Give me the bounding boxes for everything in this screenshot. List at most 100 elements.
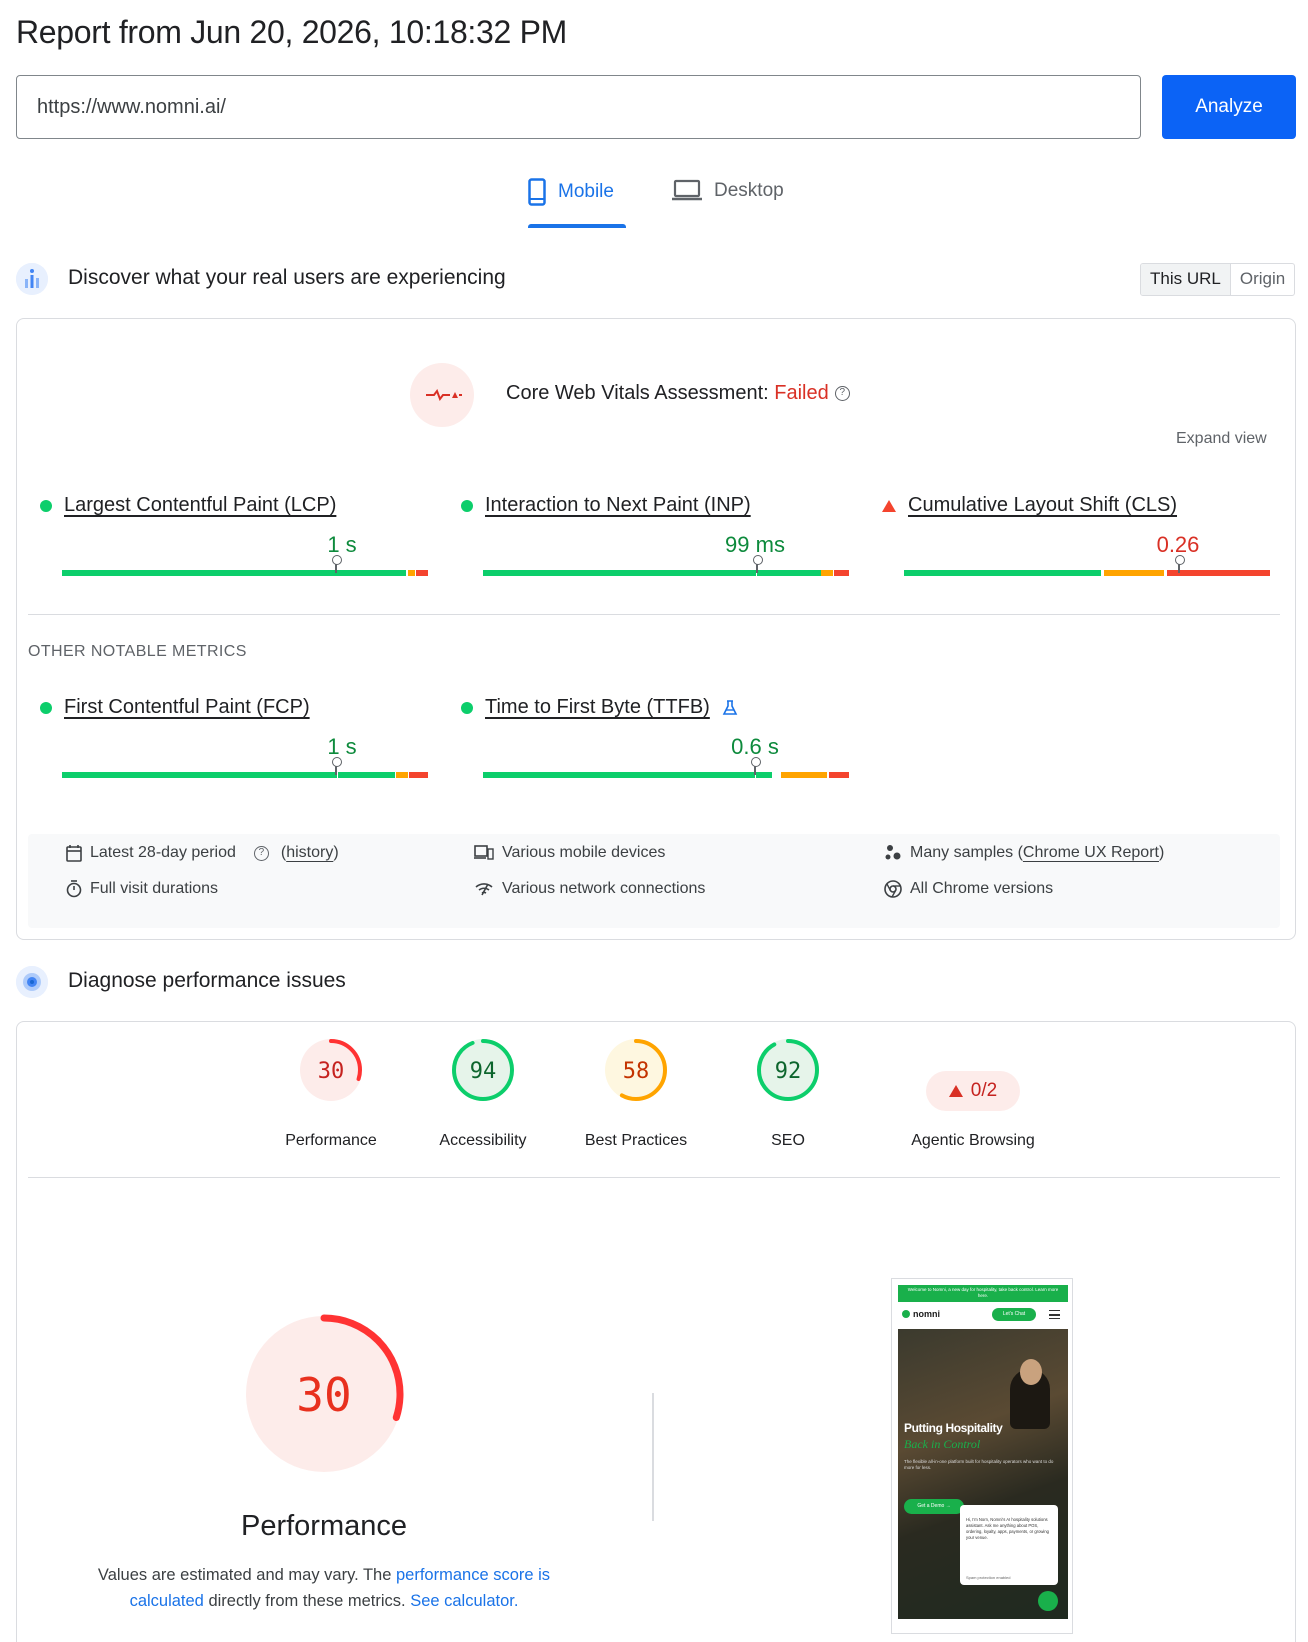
metric-ttfb-bar — [483, 757, 849, 778]
gauge-label-best-practices: Best Practices — [584, 1132, 688, 1149]
menu-icon — [1049, 1310, 1060, 1319]
tab-mobile-label: Mobile — [558, 181, 614, 202]
laptop-icon — [672, 179, 702, 201]
samples-dots-icon — [885, 845, 901, 860]
ttfb-marker — [751, 757, 761, 775]
gauge-label-performance: Performance — [285, 1132, 377, 1149]
gauge-label-accessibility: Accessibility — [439, 1132, 527, 1149]
info-network-text: Various network connections — [502, 880, 706, 897]
gauge-score: 58 — [623, 1059, 650, 1084]
metric-cls-name[interactable]: Cumulative Layout Shift (CLS) — [908, 494, 1177, 517]
toggle-origin[interactable]: Origin — [1231, 264, 1294, 295]
metric-ttfb: Time to First Byte (TTFB) — [461, 696, 738, 719]
metric-fcp-name[interactable]: First Contentful Paint (FCP) — [64, 696, 310, 719]
screenshot-brand-name: nomni — [913, 1309, 940, 1319]
gauge-performance[interactable]: 30 — [298, 1037, 364, 1108]
screenshot-chat-popup: Hi, I'm Norn, Nomni's AI hospitality sol… — [960, 1505, 1058, 1585]
gauge-score: 92 — [775, 1059, 802, 1084]
metric-inp-name[interactable]: Interaction to Next Paint (INP) — [485, 494, 751, 517]
good-dot-icon — [40, 499, 52, 512]
fcp-marker — [332, 757, 342, 775]
screenshot-hero: Putting Hospitality Back in Control The … — [898, 1329, 1068, 1619]
gauge-best-practices[interactable]: 58 — [603, 1037, 669, 1108]
nomni-logo-icon — [902, 1310, 910, 1318]
gauge-label-seo: SEO — [771, 1132, 805, 1149]
performance-big-gauge: 30 — [244, 1314, 404, 1474]
agentic-warning-icon — [948, 1085, 963, 1097]
cwv-assessment-label: Core Web Vitals Assessment: — [506, 382, 775, 404]
expand-view-link[interactable]: Expand view — [1176, 430, 1267, 448]
period-help-icon[interactable]: ? — [253, 845, 269, 861]
desc-part1: Values are estimated and may vary. The — [97, 1566, 396, 1584]
field-section-title: Discover what your real users are experi… — [68, 266, 506, 289]
devices-icon — [474, 845, 494, 860]
phone-icon — [528, 178, 546, 206]
screenshot-hero-title: Putting Hospitality — [904, 1421, 1003, 1435]
analyze-button[interactable]: Analyze — [1162, 75, 1296, 139]
report-title: Report from Jun 20, 2026, 10:18:32 PM — [16, 14, 568, 50]
cwv-failed-icon — [410, 363, 474, 427]
lab-section-title: Diagnose performance issues — [68, 969, 346, 992]
performance-big-score: 30 — [296, 1368, 351, 1422]
history-paren-close: ) — [333, 844, 339, 861]
agentic-label: Agentic Browsing — [911, 1132, 1035, 1149]
metric-lcp: Largest Contentful Paint (LCP) — [40, 494, 336, 517]
cwv-status: Failed — [774, 382, 829, 404]
screenshot-chat-text: Hi, I'm Norn, Nomni's AI hospitality sol… — [966, 1517, 1050, 1540]
tab-desktop[interactable]: Desktop — [672, 178, 784, 228]
info-devices: Various mobile devices — [474, 844, 665, 862]
lab-data-card — [16, 1021, 1296, 1642]
performance-big-label: Performance — [240, 1510, 407, 1542]
tab-mobile[interactable]: Mobile — [528, 178, 626, 228]
screenshot-chat-button: Let's Chat — [992, 1308, 1036, 1321]
other-metrics-label: OTHER NOTABLE METRICS — [28, 643, 247, 660]
info-chrome: All Chrome versions — [884, 880, 1053, 898]
lab-divider — [28, 1177, 1280, 1178]
agentic-browsing-score[interactable]: 0/2 — [926, 1071, 1020, 1111]
url-input[interactable] — [16, 75, 1141, 139]
experimental-flask-icon — [722, 699, 738, 715]
users-icon — [16, 263, 48, 295]
lcp-marker — [332, 555, 342, 573]
chrome-ux-report-link[interactable]: Chrome UX Report — [1023, 844, 1159, 861]
metrics-divider — [28, 614, 1280, 615]
desc-part2: directly from these metrics. — [203, 1592, 411, 1610]
info-samples: Many samples (Chrome UX Report) — [884, 844, 1164, 862]
gauge-seo[interactable]: 92 — [755, 1037, 821, 1108]
screenshot-brand: nomni — [902, 1309, 940, 1319]
page-screenshot: Welcome to Nomni, a new day for hospital… — [891, 1278, 1073, 1634]
stopwatch-icon — [66, 880, 82, 898]
metric-lcp-bar — [62, 555, 428, 576]
inp-marker — [753, 555, 763, 573]
screenshot-chat-footer: Spam protection enabled — [966, 1575, 1011, 1580]
metric-inp-bar — [483, 555, 849, 576]
info-durations: Full visit durations — [66, 880, 218, 898]
good-dot-icon — [461, 701, 473, 714]
vertical-divider — [652, 1393, 654, 1521]
history-link[interactable]: history — [286, 844, 333, 861]
chrome-icon — [884, 880, 902, 898]
tab-desktop-label: Desktop — [714, 180, 784, 201]
info-samples-prefix: Many samples ( — [910, 844, 1023, 861]
help-icon[interactable]: ? — [834, 386, 850, 402]
performance-description: Values are estimated and may vary. The p… — [88, 1562, 560, 1614]
good-dot-icon — [40, 701, 52, 714]
cwv-assessment: Core Web Vitals Assessment: Failed? — [506, 382, 850, 405]
metric-fcp-bar — [62, 757, 428, 778]
info-period: Latest 28-day period ? (history) — [66, 844, 339, 862]
metric-cls-bar — [904, 555, 1270, 576]
screenshot-banner: Welcome to Nomni, a new day for hospital… — [898, 1285, 1068, 1302]
diagnose-icon — [16, 966, 48, 998]
metric-fcp: First Contentful Paint (FCP) — [40, 696, 310, 719]
poor-triangle-icon — [882, 499, 896, 512]
gauge-score: 94 — [470, 1059, 497, 1084]
metric-cls-value: 0.26 — [1156, 532, 1200, 557]
see-calculator-link[interactable]: See calculator. — [410, 1592, 518, 1610]
info-network: Various network connections — [474, 880, 705, 898]
gauge-accessibility[interactable]: 94 — [450, 1037, 516, 1108]
toggle-this-url[interactable]: This URL — [1141, 264, 1231, 295]
metric-lcp-name[interactable]: Largest Contentful Paint (LCP) — [64, 494, 336, 517]
tab-indicator — [528, 224, 626, 228]
calendar-icon — [66, 845, 82, 862]
metric-ttfb-name[interactable]: Time to First Byte (TTFB) — [485, 696, 710, 719]
